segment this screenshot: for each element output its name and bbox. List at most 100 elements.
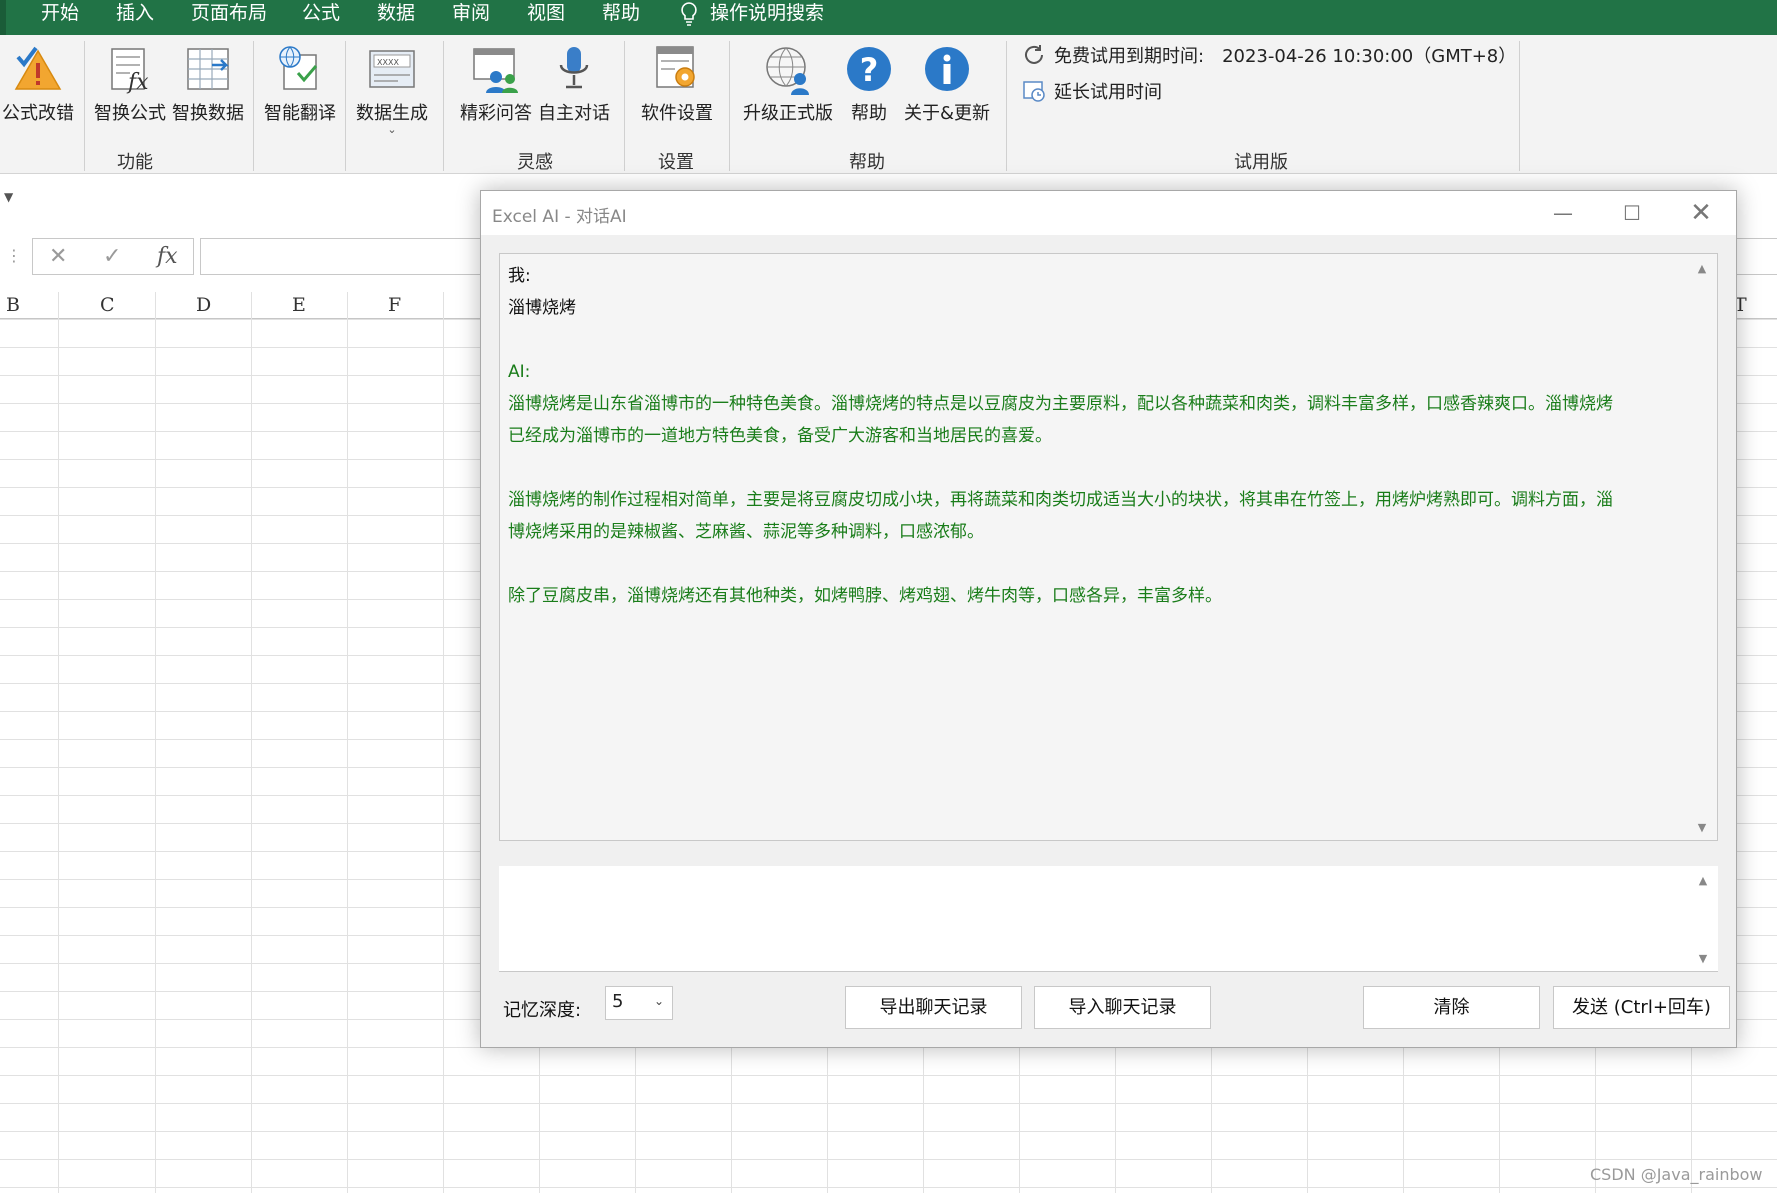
smart-data-label: 智换数据 [172,103,244,124]
ribbon: 公式改错 fx 智换公式 智换数据 智能翻译 XXXX 数据生成 ⌄ 精彩问答 … [0,35,1777,174]
warning-check-icon [14,46,62,90]
smart-formula-button[interactable]: fx 智换公式 [92,43,168,125]
ribbon-separator [1006,41,1007,171]
grip-handle-icon[interactable]: ⋮ [6,246,22,265]
ribbon-separator [729,41,730,171]
formula-fix-button[interactable]: 公式改错 [0,43,76,125]
column-divider [251,292,252,1193]
ai-paragraph-2-line-1: 淄博烧烤的制作过程相对简单，主要是将豆腐皮切成小块，再将蔬菜和肉类切成适当大小的… [508,490,1613,510]
fx-icon[interactable]: fx [157,244,178,269]
tab-formulas[interactable]: 公式 [302,0,340,35]
column-header-f[interactable]: F [388,294,401,316]
trial-expiry-value: 2023-04-26 10:30:00（GMT+8） [1222,46,1517,67]
chevron-down-icon[interactable]: ⌄ [352,124,432,135]
globe-user-icon [766,47,809,95]
data-generate-label: 数据生成 [356,103,428,124]
confirm-icon[interactable]: ✓ [103,244,121,269]
help-button[interactable]: ? 帮助 [838,43,900,125]
column-divider [155,292,156,1193]
group-label-trial: 试用版 [1234,152,1288,173]
refresh-icon [1025,45,1043,64]
column-header-d[interactable]: D [196,294,211,316]
scroll-up-icon[interactable]: ▲ [1688,874,1718,887]
minimize-icon[interactable]: — [1533,196,1593,230]
dialog-title-bar[interactable]: Excel AI - 对话AI — ☐ ✕ [481,191,1736,235]
trial-expiry-label: 免费试用到期时间: [1054,46,1205,67]
tab-help[interactable]: 帮助 [602,0,640,35]
extend-trial-label: 延长试用时间 [1054,82,1162,103]
tab-review[interactable]: 审阅 [452,0,490,35]
upgrade-label: 升级正式版 [743,103,833,124]
tab-view[interactable]: 视图 [527,0,565,35]
ribbon-separator [345,41,346,171]
scroll-down-icon[interactable]: ▼ [1688,952,1718,965]
data-table-icon [187,48,230,90]
column-header-e[interactable]: E [292,294,306,316]
about-label: 关于&更新 [903,103,991,124]
ai-paragraph-3-line-1: 除了豆腐皮串，淄博烧烤还有其他种类，如烤鸭脖、烤鸡翅、烤牛肉等，口感各异，丰富多… [508,586,1222,606]
smart-formula-label: 智换公式 [94,103,166,124]
scroll-up-icon[interactable]: ▲ [1687,262,1717,275]
menu-bar-accent [0,0,6,35]
memory-depth-value: 5 [612,991,624,1012]
send-button[interactable]: 发送 (Ctrl+回车) [1553,986,1730,1029]
tab-insert[interactable]: 插入 [116,0,154,35]
scroll-down-icon[interactable]: ▼ [1687,821,1717,834]
settings-button[interactable]: 软件设置 [637,43,717,125]
smart-data-button[interactable]: 智换数据 [170,43,246,125]
group-label-features: 功能 [117,152,153,173]
qa-button[interactable]: 精彩问答 [456,43,536,125]
tab-home[interactable]: 开始 [41,0,79,35]
tab-data[interactable]: 数据 [377,0,415,35]
tab-page-layout[interactable]: 页面布局 [191,0,267,35]
chat-history[interactable]: 我: 淄博烧烤 AI: 淄博烧烤是山东省淄博市的一种特色美食。淄博烧烤的特点是以… [499,253,1718,841]
question-icon: ? [847,47,891,91]
column-divider [443,292,444,1193]
column-header-c[interactable]: C [100,294,115,316]
data-generate-icon: XXXX [369,50,415,88]
ribbon-separator [443,41,444,171]
memory-depth-label: 记忆深度: [503,1000,582,1021]
watermark: CSDN @Java_rainbow [1590,1165,1763,1184]
column-divider [347,292,348,1193]
name-box-dropdown-icon[interactable]: ▼ [4,190,13,204]
column-header-b[interactable]: B [6,294,20,316]
clock-calendar-icon [1023,81,1045,102]
maximize-icon[interactable]: ☐ [1602,196,1662,230]
data-generate-button[interactable]: XXXX 数据生成 ⌄ [352,43,432,135]
tell-me-search[interactable]: 操作说明搜索 [680,0,824,35]
chat-button[interactable]: 自主对话 [536,43,612,125]
ribbon-separator [84,41,85,171]
user-label: 我: [508,266,531,286]
export-history-button[interactable]: 导出聊天记录 [845,986,1022,1029]
ribbon-separator [1519,41,1520,171]
ai-label: AI: [508,362,531,382]
clear-button[interactable]: 清除 [1363,986,1540,1029]
import-history-button[interactable]: 导入聊天记录 [1034,986,1211,1029]
translate-icon [279,46,318,90]
column-divider [58,292,59,1193]
chat-label: 自主对话 [538,103,610,124]
ai-paragraph-1-line-2: 已经成为淄博市的一道地方特色美食，备受广大游客和当地居民的喜爱。 [508,426,1052,446]
group-label-help: 帮助 [849,152,885,173]
memory-depth-select[interactable]: 5 ⌄ [605,986,673,1020]
dialog-footer: 记忆深度: 5 ⌄ 导出聊天记录 导入聊天记录 清除 发送 (Ctrl+回车) [499,986,1730,1031]
smart-translate-button[interactable]: 智能翻译 [260,43,340,125]
ai-paragraph-2-line-2: 博烧烤采用的是辣椒酱、芝麻酱、蒜泥等多种调料，口感浓郁。 [508,522,984,542]
tell-me-label: 操作说明搜索 [710,2,825,24]
upgrade-button[interactable]: 升级正式版 [740,43,836,125]
group-label-settings: 设置 [658,152,694,173]
info-icon [925,47,969,91]
close-icon[interactable]: ✕ [1671,196,1731,230]
input-scrollbar[interactable]: ▲ ▼ [1688,866,1718,971]
smart-translate-label: 智能翻译 [264,103,336,124]
chevron-down-icon: ⌄ [653,994,664,1008]
presentation-users-icon [473,48,518,93]
cancel-icon[interactable]: ✕ [49,244,67,269]
about-button[interactable]: 关于&更新 [902,43,992,125]
message-input[interactable]: ▲ ▼ [499,866,1718,972]
qa-label: 精彩问答 [460,103,532,124]
extend-trial-button[interactable]: 延长试用时间 [1022,78,1162,104]
formula-buttons: ✕ ✓ fx [32,238,194,275]
chat-scrollbar[interactable]: ▲ ▼ [1687,254,1717,840]
